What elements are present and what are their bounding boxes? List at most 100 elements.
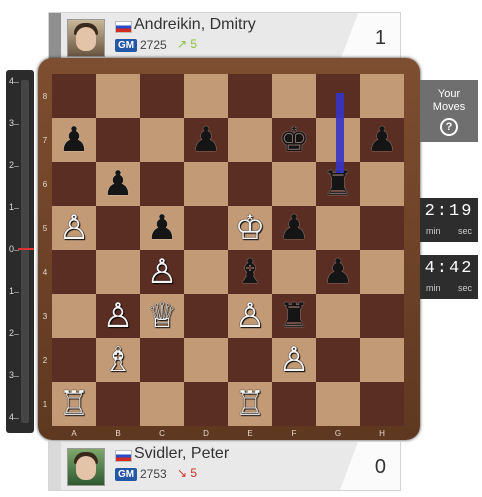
square-g2[interactable] — [316, 338, 360, 382]
square-b3[interactable]: ♙ — [96, 294, 140, 338]
black-pawn-icon[interactable]: ♟ — [272, 206, 316, 250]
square-a5[interactable]: ♙ — [52, 206, 96, 250]
square-b1[interactable] — [96, 382, 140, 426]
square-b7[interactable] — [96, 118, 140, 162]
square-g5[interactable] — [316, 206, 360, 250]
black-king-icon[interactable]: ♚ — [272, 118, 316, 162]
white-pawn-icon[interactable]: ♙ — [140, 250, 184, 294]
white-king-icon[interactable]: ♔ — [228, 206, 272, 250]
square-e4[interactable]: ♝ — [228, 250, 272, 294]
square-c1[interactable] — [140, 382, 184, 426]
chess-board[interactable]: ♟ ♟ ♚ ♟ ♟ ♜ ♙ ♟ ♔ ♟ ♙ ♝ ♟ ♙ ♕ ♙ ♜ ♗ ♙ ♖ ♖ — [52, 74, 404, 426]
square-d1[interactable] — [184, 382, 228, 426]
square-d4[interactable] — [184, 250, 228, 294]
square-h7[interactable]: ♟ — [360, 118, 404, 162]
square-c2[interactable] — [140, 338, 184, 382]
square-d7[interactable]: ♟ — [184, 118, 228, 162]
square-f4[interactable] — [272, 250, 316, 294]
square-h2[interactable] — [360, 338, 404, 382]
square-a1[interactable]: ♖ — [52, 382, 96, 426]
rank-label: 1 — [42, 400, 48, 409]
square-e2[interactable] — [228, 338, 272, 382]
white-pawn-icon[interactable]: ♙ — [228, 294, 272, 338]
white-pawn-icon[interactable]: ♙ — [272, 338, 316, 382]
square-e1[interactable]: ♖ — [228, 382, 272, 426]
black-pawn-icon[interactable]: ♟ — [316, 250, 360, 294]
your-moves-button[interactable]: Your Moves ? — [420, 80, 478, 142]
square-h3[interactable] — [360, 294, 404, 338]
player-name[interactable]: Svidler, Peter — [134, 445, 229, 463]
square-a4[interactable] — [52, 250, 96, 294]
square-b5[interactable] — [96, 206, 140, 250]
square-e8[interactable] — [228, 74, 272, 118]
square-a7[interactable]: ♟ — [52, 118, 96, 162]
square-f8[interactable] — [272, 74, 316, 118]
square-g4[interactable]: ♟ — [316, 250, 360, 294]
black-bishop-icon[interactable]: ♝ — [228, 250, 272, 294]
bottom-player-card: Svidler, Peter GM 2753 ↘ 5 0 — [48, 441, 401, 491]
russia-flag-icon — [115, 450, 132, 462]
square-h8[interactable] — [360, 74, 404, 118]
square-c5[interactable]: ♟ — [140, 206, 184, 250]
square-a3[interactable] — [52, 294, 96, 338]
white-queen-icon[interactable]: ♕ — [140, 294, 184, 338]
black-pawn-icon[interactable]: ♟ — [52, 118, 96, 162]
square-a8[interactable] — [52, 74, 96, 118]
square-h6[interactable] — [360, 162, 404, 206]
square-d3[interactable] — [184, 294, 228, 338]
white-rook-icon[interactable]: ♖ — [228, 382, 272, 426]
square-d5[interactable] — [184, 206, 228, 250]
eval-scale-label: 2 — [9, 328, 15, 338]
white-rook-icon[interactable]: ♖ — [52, 382, 96, 426]
square-c6[interactable] — [140, 162, 184, 206]
square-c7[interactable] — [140, 118, 184, 162]
move-arrow — [336, 93, 344, 173]
square-e5[interactable]: ♔ — [228, 206, 272, 250]
square-h4[interactable] — [360, 250, 404, 294]
square-b4[interactable] — [96, 250, 140, 294]
square-b8[interactable] — [96, 74, 140, 118]
clock-min-label: min — [426, 283, 441, 293]
square-g3[interactable] — [316, 294, 360, 338]
player-color-bar — [49, 442, 61, 490]
rank-label: 2 — [42, 356, 48, 365]
square-f1[interactable] — [272, 382, 316, 426]
square-e7[interactable] — [228, 118, 272, 162]
square-g1[interactable] — [316, 382, 360, 426]
square-h1[interactable] — [360, 382, 404, 426]
clock-time: 2:19 — [424, 202, 474, 221]
square-b6[interactable]: ♟ — [96, 162, 140, 206]
square-e6[interactable] — [228, 162, 272, 206]
player-avatar[interactable] — [67, 448, 105, 486]
square-c4[interactable]: ♙ — [140, 250, 184, 294]
white-pawn-icon[interactable]: ♙ — [96, 294, 140, 338]
player-avatar[interactable] — [67, 19, 105, 57]
square-a6[interactable] — [52, 162, 96, 206]
square-f3[interactable]: ♜ — [272, 294, 316, 338]
black-rook-icon[interactable]: ♜ — [272, 294, 316, 338]
rating-change-value: 5 — [190, 466, 198, 480]
square-d2[interactable] — [184, 338, 228, 382]
square-f2[interactable]: ♙ — [272, 338, 316, 382]
square-d8[interactable] — [184, 74, 228, 118]
eval-scale-tick — [14, 82, 19, 83]
square-b2[interactable]: ♗ — [96, 338, 140, 382]
square-c8[interactable] — [140, 74, 184, 118]
player-name[interactable]: Andreikin, Dmitry — [134, 16, 256, 34]
black-pawn-icon[interactable]: ♟ — [140, 206, 184, 250]
square-a2[interactable] — [52, 338, 96, 382]
white-bishop-icon[interactable]: ♗ — [96, 338, 140, 382]
square-h5[interactable] — [360, 206, 404, 250]
black-pawn-icon[interactable]: ♟ — [184, 118, 228, 162]
square-d6[interactable] — [184, 162, 228, 206]
square-f5[interactable]: ♟ — [272, 206, 316, 250]
square-f6[interactable] — [272, 162, 316, 206]
eval-scale-tick — [14, 250, 19, 251]
white-pawn-icon[interactable]: ♙ — [52, 206, 96, 250]
black-pawn-icon[interactable]: ♟ — [96, 162, 140, 206]
square-f7[interactable]: ♚ — [272, 118, 316, 162]
square-c3[interactable]: ♕ — [140, 294, 184, 338]
rank-label: 4 — [42, 268, 48, 277]
black-pawn-icon[interactable]: ♟ — [360, 118, 404, 162]
square-e3[interactable]: ♙ — [228, 294, 272, 338]
